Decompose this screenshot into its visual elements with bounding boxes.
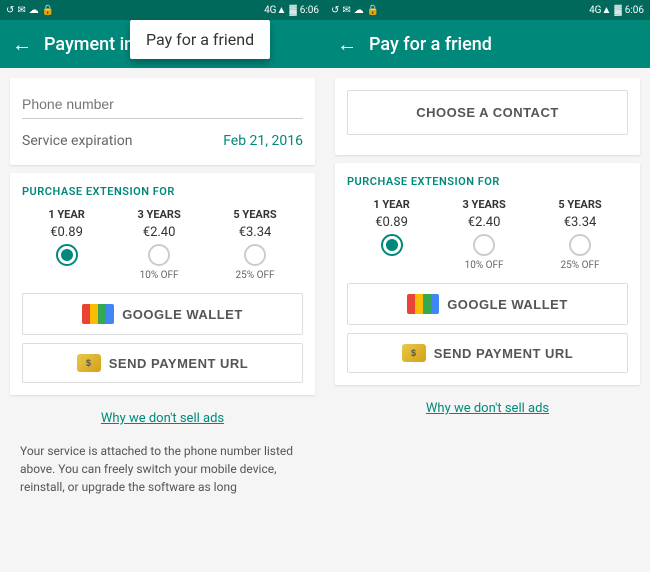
radio-1-year-left[interactable] [56,244,78,266]
time-display: 6:06 [300,5,319,16]
r-status-icon-3: ☁ [354,5,364,16]
r-option-1-discount [390,260,392,271]
r-wallet-green [423,294,431,314]
send-payment-label-right: SEND PAYMENT URL [434,346,573,361]
tooltip-text: Pay for a friend [146,30,254,49]
purchase-title-left: PURCHASE EXTENSION FOR [22,185,303,198]
service-expiration-row: Service expiration Feb 21, 2016 [22,129,303,153]
r-option-5-discount: 25% OFF [561,260,600,271]
wallet-yellow [90,304,98,324]
r-radio-3-year[interactable] [473,234,495,256]
r-radio-inner [386,239,398,251]
option-3-label: 3 YEARS [137,208,180,221]
status-icon-2: ✉ [17,5,25,16]
radio-5-year-left[interactable] [244,244,266,266]
service-label: Service expiration [22,133,132,149]
left-purchase-card: PURCHASE EXTENSION FOR 1 YEAR €0.89 3 YE… [10,173,315,395]
purchase-options-right: 1 YEAR €0.89 3 YEARS €2.40 10% OFF 5 YEA… [347,198,628,271]
r-option-3-year[interactable]: 3 YEARS €2.40 10% OFF [462,198,505,271]
google-wallet-button-left[interactable]: GOOGLE WALLET [22,293,303,335]
radio-inner-left [61,249,73,261]
r-status-icon-1: ↺ [331,5,339,16]
status-bar-left: ↺ ✉ ☁ 🔒 4G▲ ▓ 6:06 [0,0,325,20]
right-header: ← Pay for a friend [325,20,650,68]
option-5-label: 5 YEARS [233,208,276,221]
r-option-5-year[interactable]: 5 YEARS €3.34 25% OFF [558,198,601,271]
status-icon-4: 🔒 [42,5,54,16]
google-wallet-button-right[interactable]: GOOGLE WALLET [347,283,628,325]
google-wallet-icon-left [82,304,114,324]
radio-3-year-left[interactable] [148,244,170,266]
choose-contact-card: CHOOSE A CONTACT [335,78,640,155]
option-1-discount [65,270,67,281]
status-bar-right-left-icons: ↺ ✉ ☁ 🔒 [331,5,379,16]
back-button[interactable]: ← [12,32,32,57]
option-1-year-left[interactable]: 1 YEAR €0.89 [48,208,84,281]
option-1-price: €0.89 [50,225,83,240]
status-bar-right: ↺ ✉ ☁ 🔒 4G▲ ▓ 6:06 [325,0,650,20]
option-3-price: €2.40 [143,225,176,240]
r-radio-5-year[interactable] [569,234,591,256]
option-3-year-left[interactable]: 3 YEARS €2.40 10% OFF [137,208,180,281]
google-wallet-label-right: GOOGLE WALLET [447,297,568,312]
right-page-title: Pay for a friend [369,34,492,55]
r-option-3-price: €2.40 [468,215,501,230]
right-panel: ↺ ✉ ☁ 🔒 4G▲ ▓ 6:06 ← Pay for a friend CH… [325,0,650,572]
send-payment-button-right[interactable]: $ SEND PAYMENT URL [347,333,628,373]
option-5-price: €3.34 [239,225,272,240]
r-time-display: 6:06 [625,5,644,16]
network-icon: 4G▲ [264,5,286,16]
r-radio-1-year[interactable] [381,234,403,256]
google-wallet-label-left: GOOGLE WALLET [122,307,243,322]
option-1-label: 1 YEAR [48,208,84,221]
r-status-icon-4: 🔒 [367,5,379,16]
r-option-1-label: 1 YEAR [373,198,409,211]
why-ads-link-left[interactable]: Why we don't sell ads [10,403,315,434]
description-text: Your service is attached to the phone nu… [10,434,315,504]
choose-contact-button[interactable]: CHOOSE A CONTACT [347,90,628,135]
r-wallet-blue [431,294,439,314]
option-3-discount: 10% OFF [140,270,179,281]
tooltip-popup: Pay for a friend [130,20,270,59]
phone-number-input[interactable] [22,90,303,119]
wallet-red [82,304,90,324]
r-option-1-price: €0.89 [375,215,408,230]
send-payment-icon-right: $ [402,344,426,362]
purchase-title-right: PURCHASE EXTENSION FOR [347,175,628,188]
why-ads-link-right[interactable]: Why we don't sell ads [335,393,640,424]
status-bar-left-icons: ↺ ✉ ☁ 🔒 [6,5,54,16]
r-network-icon: 4G▲ [589,5,611,16]
wallet-green [98,304,106,324]
r-option-1-year[interactable]: 1 YEAR €0.89 [373,198,409,271]
service-date: Feb 21, 2016 [223,133,303,149]
purchase-options-left: 1 YEAR €0.89 3 YEARS €2.40 10% OFF 5 YEA… [22,208,303,281]
r-wallet-yellow [415,294,423,314]
status-bar-right-right-info: 4G▲ ▓ 6:06 [589,5,644,16]
google-wallet-icon-right [407,294,439,314]
left-content: Service expiration Feb 21, 2016 PURCHASE… [0,68,325,572]
send-payment-label-left: SEND PAYMENT URL [109,356,248,371]
status-icon-1: ↺ [6,5,14,16]
r-option-3-label: 3 YEARS [462,198,505,211]
left-panel: ↺ ✉ ☁ 🔒 4G▲ ▓ 6:06 ← Payment in... Pay f… [0,0,325,572]
right-back-button[interactable]: ← [337,32,357,57]
wallet-blue [106,304,114,324]
r-option-5-price: €3.34 [564,215,597,230]
option-5-discount: 25% OFF [236,270,275,281]
r-option-3-discount: 10% OFF [465,260,504,271]
send-payment-icon-left: $ [77,354,101,372]
status-icon-3: ☁ [29,5,39,16]
r-option-5-label: 5 YEARS [558,198,601,211]
phone-service-card: Service expiration Feb 21, 2016 [10,78,315,165]
right-purchase-card: PURCHASE EXTENSION FOR 1 YEAR €0.89 3 YE… [335,163,640,385]
r-status-icon-2: ✉ [342,5,350,16]
r-wallet-red [407,294,415,314]
right-content: CHOOSE A CONTACT PURCHASE EXTENSION FOR … [325,68,650,572]
option-5-year-left[interactable]: 5 YEARS €3.34 25% OFF [233,208,276,281]
send-payment-button-left[interactable]: $ SEND PAYMENT URL [22,343,303,383]
status-bar-right-info: 4G▲ ▓ 6:06 [264,5,319,16]
r-battery-icon: ▓ [614,5,621,16]
battery-icon: ▓ [289,5,296,16]
